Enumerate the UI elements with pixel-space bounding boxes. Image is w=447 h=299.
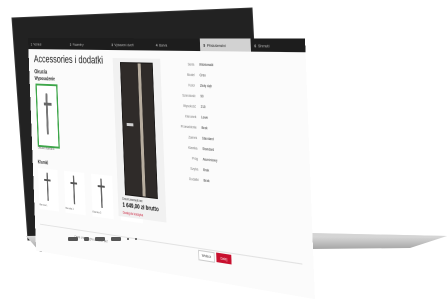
- usb-port-icon: [68, 237, 78, 241]
- add-to-cart-link[interactable]: Dodaj do koszyka: [123, 211, 143, 218]
- spec-key: Seria: [187, 62, 195, 67]
- step-2[interactable]: 2 Rozměry: [67, 41, 109, 46]
- indicator-light-icon: [127, 238, 129, 240]
- selected-hardware-caption: Okucie standard: [37, 145, 55, 152]
- handle-option-2[interactable]: Klamka 2: [63, 170, 86, 216]
- usb-port-icon: [111, 237, 121, 241]
- spec-value: Brak: [203, 178, 210, 184]
- spec-value: 90: [200, 94, 204, 99]
- spec-value: Standard: [201, 136, 214, 142]
- spec-value: Standard: [202, 146, 215, 152]
- hdmi-port-icon: [95, 237, 105, 241]
- spec-table: Seria Wiśniowski Model Creo Kolor Złoty dąb…: [166, 59, 300, 241]
- second-section-title: Klamki: [37, 159, 49, 167]
- step-label: Barva: [158, 41, 168, 48]
- door-image: [119, 62, 158, 200]
- next-button[interactable]: Dalej: [216, 252, 232, 265]
- spec-key: Dodatki: [189, 176, 199, 183]
- handle-caption: Klamka 1: [39, 202, 48, 208]
- spec-value: Brak: [203, 167, 210, 173]
- laptop-ports: [68, 237, 137, 241]
- hardware-handle: [43, 102, 52, 106]
- spec-key: Zamek: [188, 135, 198, 141]
- indicator-light-icon: [135, 238, 137, 240]
- step-4[interactable]: 4 Barva: [153, 42, 200, 48]
- spec-value: Wiśniowski: [199, 62, 214, 68]
- subsection-title: Wyposażenie: [34, 76, 56, 83]
- step-label: Vybavení dveří: [114, 41, 134, 47]
- handle-lever: [97, 185, 105, 188]
- step-label: Vzhled: [33, 41, 42, 46]
- spec-key: Model: [186, 72, 195, 78]
- step-number: 3: [111, 41, 114, 47]
- step-bar: 1 Vzhled 2 Rozměry 3 Vybavení dveří 4 Ba…: [28, 38, 306, 53]
- spec-value: 210: [200, 104, 206, 110]
- spec-key: Szerokość: [182, 93, 196, 99]
- step-number: 4: [155, 41, 158, 47]
- handle-option-3[interactable]: Klamka 3: [91, 173, 114, 220]
- page-title: Accessories i dodatki: [33, 53, 104, 67]
- handle-plate: [72, 175, 76, 205]
- step-3[interactable]: 3 Vybavení dveří: [108, 42, 152, 47]
- door-handle: [126, 122, 134, 127]
- spec-value: Złoty dąb: [199, 83, 212, 89]
- spec-key: Próg: [191, 156, 198, 162]
- step-label: Shrnutí: [257, 42, 270, 48]
- handle-caption: Klamka 2: [65, 205, 74, 211]
- step-5-active[interactable]: 5 Příslušenství: [199, 38, 251, 52]
- handle-lever: [44, 178, 51, 182]
- step-label: Rozměry: [72, 41, 84, 47]
- spec-value: Aluminiowy: [202, 157, 218, 163]
- door-preview: Drzwi zewnętrzne 1 649,00 zł brutto Doda…: [112, 57, 167, 223]
- handle-lever: [70, 181, 78, 185]
- step-number: 2: [69, 41, 72, 47]
- screen-content: 1 Vzhled 2 Rozměry 3 Vybavení dveří 4 Ba…: [28, 38, 315, 299]
- spec-value: Creo: [199, 73, 206, 78]
- step-1[interactable]: 1 Vzhled: [28, 41, 67, 46]
- handle-plate: [46, 172, 49, 201]
- step-6[interactable]: 6 Shrnutí: [251, 42, 306, 48]
- selected-hardware-option[interactable]: [35, 83, 60, 149]
- spec-key: Szyba: [190, 166, 199, 172]
- spec-key: Kolor: [188, 83, 196, 88]
- hardware-plate: [45, 93, 49, 135]
- door-glass-strip: [137, 63, 146, 197]
- handle-caption: Klamka 3: [92, 209, 102, 215]
- step-number: 1: [30, 41, 33, 46]
- port-icon: [84, 237, 89, 241]
- step-label: Příslušenství: [206, 42, 226, 48]
- section-title: Okucia: [34, 69, 48, 76]
- spec-key: Przeszklenie: [180, 124, 197, 130]
- spec-value: Lewe: [201, 115, 209, 120]
- step-number: 6: [254, 42, 257, 48]
- spec-key: Kierunek: [185, 114, 197, 120]
- handle-plate: [100, 178, 103, 208]
- spec-key: Klamka: [188, 145, 198, 151]
- spec-key: Wysokość: [183, 103, 196, 109]
- step-number: 5: [203, 42, 206, 48]
- handle-option-1[interactable]: Klamka 1: [37, 168, 59, 212]
- spec-value: Brak: [201, 125, 208, 131]
